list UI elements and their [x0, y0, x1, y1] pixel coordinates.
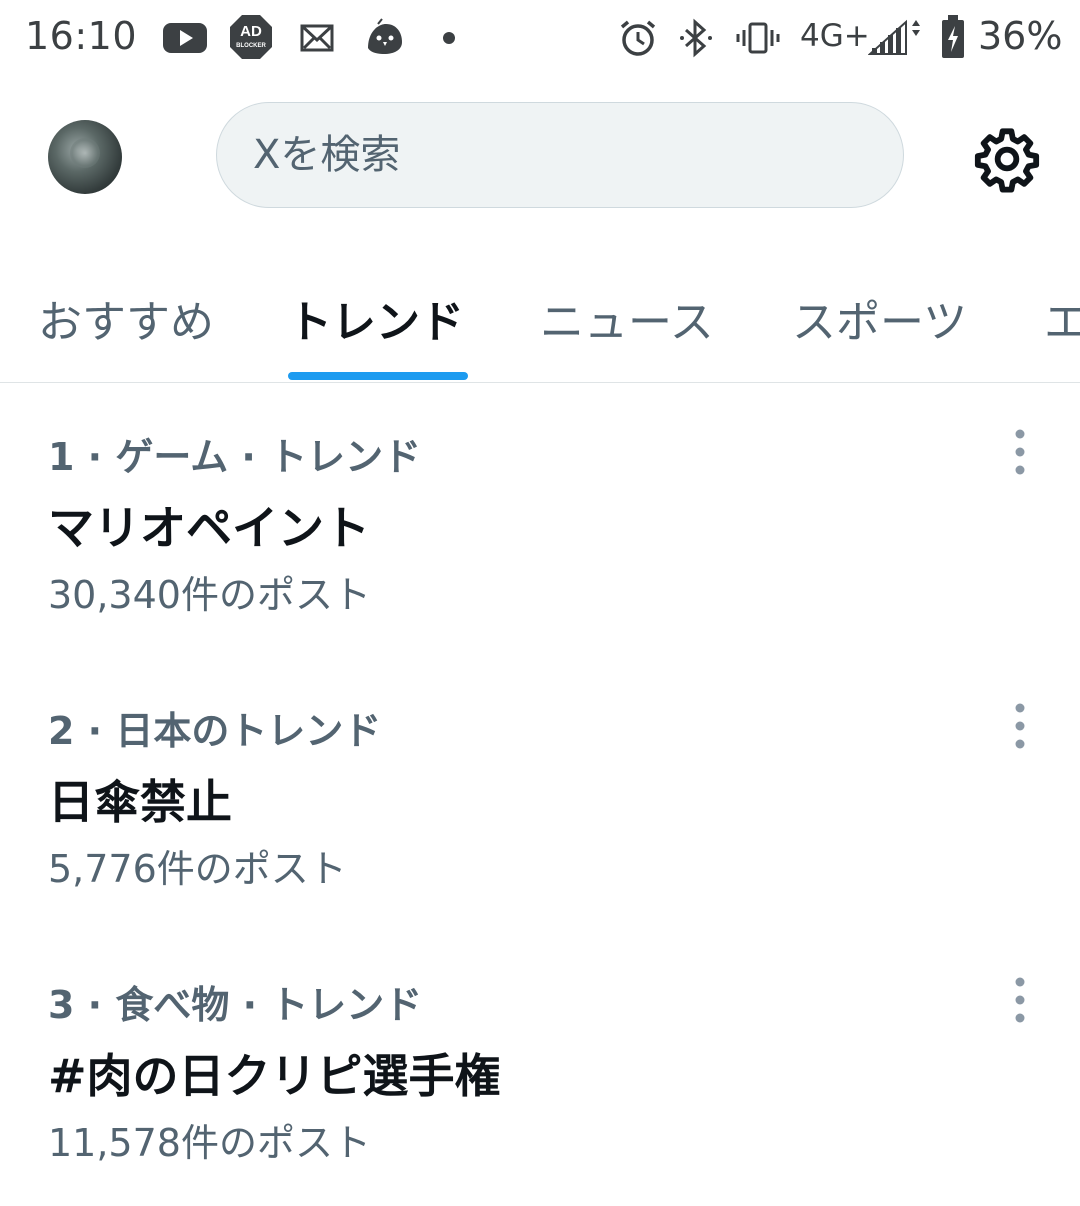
trend-meta: 2 · 日本のトレンド — [48, 709, 382, 753]
header — [0, 78, 1080, 246]
tab-entertainment[interactable]: エ — [1044, 286, 1080, 350]
ad-blocker-icon: AD BLOCKER — [230, 15, 272, 59]
tab-trending[interactable]: トレンド — [288, 286, 464, 350]
youtube-icon — [163, 23, 207, 53]
alarm-icon — [620, 20, 656, 56]
bluetooth-icon — [680, 18, 712, 58]
trend-title: #肉の日クリピ選手権 — [48, 1049, 501, 1103]
network-4g-icon: 4G+ — [800, 18, 870, 54]
more-options-icon[interactable] — [1000, 698, 1040, 754]
bird-icon — [368, 18, 402, 54]
tab-bar: おすすめ トレンド ニュース スポーツ エ — [0, 246, 1080, 383]
mail-icon — [300, 24, 334, 52]
vibrate-icon — [736, 22, 780, 54]
trend-meta: 1 · ゲーム · トレンド — [48, 435, 422, 479]
trend-item[interactable]: 1 · ゲーム · トレンド マリオペイント 30,340件のポスト — [0, 384, 1080, 658]
tab-news[interactable]: ニュース — [540, 286, 714, 350]
trend-title: マリオペイント — [48, 501, 370, 555]
more-options-icon[interactable] — [1000, 424, 1040, 480]
gear-icon[interactable] — [972, 124, 1042, 194]
trend-meta: 3 · 食べ物 · トレンド — [48, 983, 423, 1027]
battery-icon — [942, 15, 964, 58]
tab-recommended[interactable]: おすすめ — [38, 286, 214, 350]
trend-item[interactable]: 2 · 日本のトレンド 日傘禁止 5,776件のポスト — [0, 658, 1080, 932]
svg-text:AD: AD — [240, 23, 262, 40]
signal-icon — [868, 19, 920, 55]
trend-post-count: 30,340件のポスト — [48, 573, 371, 617]
svg-text:BLOCKER: BLOCKER — [236, 43, 266, 49]
status-bar: 16:10 AD BLOCKER 4G+ 36% — [0, 0, 1080, 78]
tab-sports[interactable]: スポーツ — [792, 286, 967, 350]
trend-post-count: 11,578件のポスト — [48, 1121, 371, 1165]
trend-post-count: 5,776件のポスト — [48, 847, 347, 891]
search-box[interactable] — [216, 102, 904, 208]
avatar[interactable] — [48, 120, 122, 194]
status-time: 16:10 — [25, 14, 138, 58]
battery-percent: 36% — [978, 14, 1063, 58]
trend-title: 日傘禁止 — [48, 775, 232, 829]
trend-item[interactable]: 3 · 食べ物 · トレンド #肉の日クリピ選手権 11,578件のポスト — [0, 932, 1080, 1206]
more-options-icon[interactable] — [1000, 972, 1040, 1028]
search-input[interactable] — [253, 103, 853, 207]
dot-icon — [443, 32, 455, 44]
active-tab-indicator — [288, 372, 468, 380]
